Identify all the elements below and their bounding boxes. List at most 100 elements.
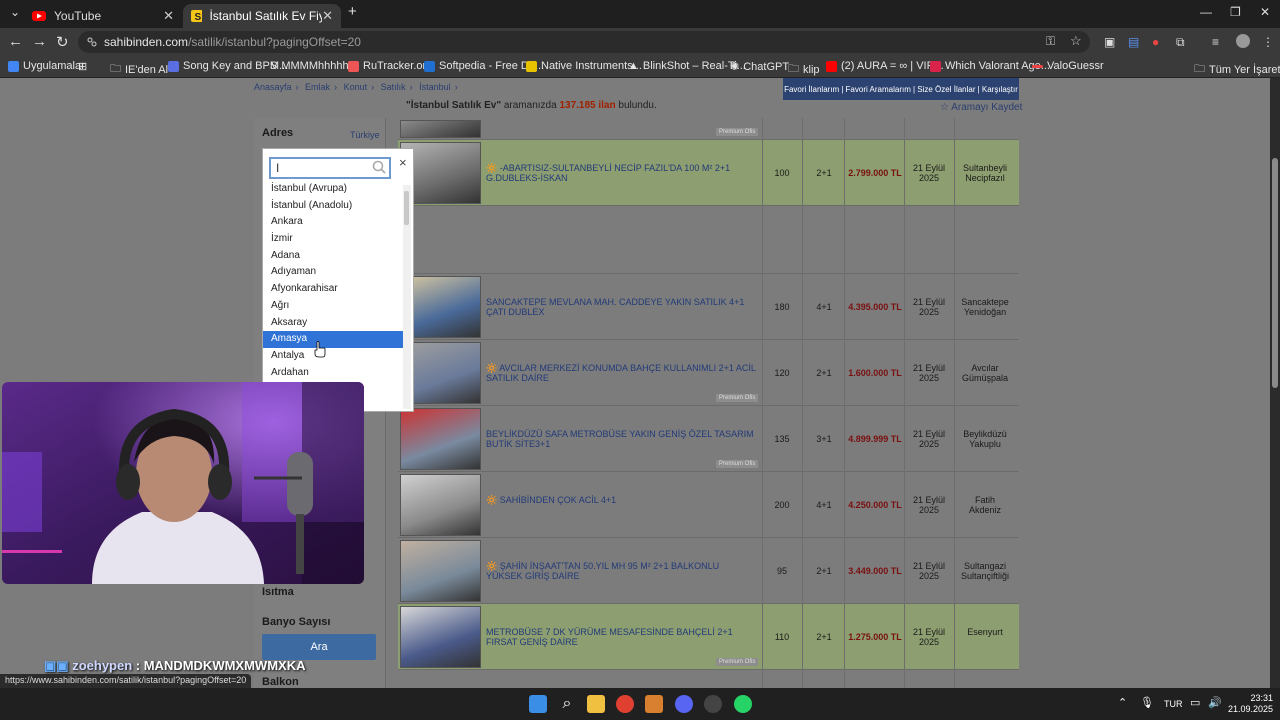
save-search-button[interactable]: ☆ Aramayı Kaydet — [940, 102, 1022, 113]
city-option[interactable]: Amasya — [263, 331, 403, 348]
banyo-filter[interactable]: Banyo Sayısı — [262, 616, 330, 628]
city-option[interactable]: Antalya — [263, 348, 403, 365]
mic-icon[interactable]: 🎙 — [1140, 696, 1154, 709]
breadcrumb-item[interactable]: Satılık — [381, 82, 406, 92]
translate-icon[interactable]: ▤ — [1128, 35, 1139, 49]
reload-icon[interactable]: ↻ — [56, 33, 69, 51]
clock[interactable]: 23:31 21.09.2025 — [1228, 693, 1273, 715]
listing-row[interactable]: Premium Ofis — [398, 118, 1019, 140]
city-option[interactable]: İstanbul (Avrupa) — [263, 181, 403, 198]
listing-title[interactable]: METROBÜSE 7 DK YÜRÜME MESAFESİNDE BAHÇEL… — [486, 627, 756, 647]
close-window-icon[interactable]: ✕ — [1260, 5, 1270, 19]
page-scrollbar[interactable] — [1270, 78, 1280, 688]
listing-title[interactable]: 🔆 -ABARTISIZ-SULTANBEYLİ NECİP FAZIL'DA … — [486, 163, 756, 183]
balkon-filter[interactable]: Balkon — [262, 676, 299, 688]
city-option[interactable]: İzmir — [263, 231, 403, 248]
breadcrumb-item[interactable]: İstanbul — [419, 82, 451, 92]
listing-row[interactable]: 🔆 AVCILAR MERKEZİ KONUMDA BAHÇE KULLANIM… — [398, 340, 1019, 406]
bookmark-item[interactable]: ✺ ChatGPT — [730, 60, 789, 74]
city-option[interactable]: Adıyaman — [263, 264, 403, 281]
site-info-icon[interactable] — [86, 36, 98, 48]
listing-title[interactable]: BEYLİKDÜZÜ SAFA METROBÜSE YAKIN GENİŞ ÖZ… — [486, 429, 756, 449]
app-icon[interactable] — [704, 695, 722, 713]
breadcrumb-item[interactable]: Anasayfa — [254, 82, 292, 92]
city-option[interactable]: Ağrı — [263, 298, 403, 315]
bookmark-item[interactable]: 🗀 IE'den Al — [110, 60, 168, 79]
all-bookmarks[interactable]: 🗀Tüm Yer İşaretleri — [1194, 60, 1280, 79]
listing-row[interactable]: BEYLİKDÜZÜ SAFA METROBÜSE YAKIN GENİŞ ÖZ… — [398, 406, 1019, 472]
tray-chevron-icon[interactable]: ⌃ — [1118, 696, 1127, 709]
adres-value[interactable]: Türkiye — [350, 130, 380, 140]
minimize-icon[interactable]: — — [1200, 5, 1212, 19]
isitma-filter[interactable]: Isıtma — [262, 586, 294, 598]
listing-title[interactable]: SANCAKTEPE MEVLANA MAH. CADDEYE YAKIN SA… — [486, 297, 756, 317]
search-button[interactable]: Ara — [262, 634, 376, 660]
menu-icon[interactable]: ⋮ — [1262, 35, 1274, 49]
listing-row[interactable]: 🔆 SAHİBİNDEN ÇOK ACİL 4+1 200 4+1 4.250.000… — [398, 472, 1019, 538]
back-icon[interactable]: ← — [8, 33, 23, 50]
breadcrumb-item[interactable]: Emlak — [305, 82, 330, 92]
extension-icon[interactable]: ▣ — [1104, 35, 1115, 49]
listing-row[interactable]: 🔆 -ABARTISIZ-SULTANBEYLİ NECİP FAZIL'DA … — [398, 140, 1019, 206]
bookmark-item[interactable]: Uygulamalar — [8, 60, 85, 72]
bookmark-item[interactable]: Native Instruments... — [526, 60, 642, 72]
close-tab-icon[interactable]: ✕ — [322, 8, 333, 24]
listing-title[interactable]: 🔆 SAHİBİNDEN ÇOK ACİL 4+1 — [486, 495, 756, 505]
close-tab-icon[interactable]: ✕ — [163, 8, 174, 24]
bookmark-star-icon[interactable]: ☆ — [1070, 33, 1082, 49]
network-icon[interactable]: ▭ — [1190, 696, 1200, 709]
listing-photo[interactable] — [400, 120, 481, 138]
city-option[interactable]: Ankara — [263, 214, 403, 231]
key-icon[interactable]: ⚿ — [1046, 34, 1055, 49]
listing-title[interactable]: 🔆 ŞAHİN İNŞAAT'TAN 50.YIL MH 95 M² 2+1 B… — [486, 561, 756, 581]
maximize-icon[interactable]: ❐ — [1230, 5, 1241, 19]
listing-row[interactable]: SANCAKTEPE MEVLANA MAH. CADDEYE YAKIN SA… — [398, 274, 1019, 340]
puzzle-icon[interactable]: ⧉ — [1176, 35, 1185, 50]
city-option[interactable]: Adana — [263, 248, 403, 265]
city-option[interactable]: Ardahan — [263, 365, 403, 382]
bookmark-item[interactable]: (2) AURA = ∞ | VIR... — [826, 60, 944, 72]
language-indicator[interactable]: TUR — [1164, 699, 1183, 709]
listing-photo[interactable] — [400, 474, 481, 536]
bookmark-item[interactable]: S MMMMhhhhh — [270, 60, 349, 72]
tab-search-icon[interactable]: ⌄ — [10, 5, 20, 19]
tab-sahibinden[interactable]: S İstanbul Satılık Ev Fiyatları sahi ✕ — [183, 4, 341, 28]
size-ozel-link[interactable]: Size Özel İlanlar — [917, 85, 975, 94]
city-list-scrollbar[interactable] — [403, 185, 411, 409]
listing-photo[interactable] — [400, 540, 481, 602]
chrome-icon[interactable] — [616, 695, 634, 713]
bookmark-item[interactable]: 🗀 klip — [788, 60, 820, 79]
listing-photo[interactable] — [400, 606, 481, 668]
forward-icon[interactable]: → — [32, 33, 47, 50]
file-explorer-icon[interactable] — [587, 695, 605, 713]
listing-title[interactable]: 🔆 AVCILAR MERKEZİ KONUMDA BAHÇE KULLANIM… — [486, 363, 756, 383]
taskbar-search-icon[interactable]: ⌕ — [558, 695, 576, 713]
bookmark-item[interactable]: ⊞ — [78, 60, 87, 73]
media-icon[interactable]: ≡ — [1212, 35, 1219, 49]
windows-start-icon[interactable] — [529, 695, 547, 713]
url-input[interactable]: sahibinden.com/satilik/istanbul?pagingOf… — [78, 31, 1090, 53]
favori-aramalarim-link[interactable]: Favori Aramalarım — [846, 85, 911, 94]
bookmark-item[interactable]: ValoGuessr — [1032, 60, 1104, 72]
tab-youtube[interactable]: YouTube ✕ — [24, 4, 182, 28]
avatar[interactable] — [1236, 34, 1250, 48]
city-option[interactable]: Afyonkarahisar — [263, 281, 403, 298]
city-option[interactable]: Aksaray — [263, 315, 403, 332]
listing-row[interactable]: METROBÜSE 7 DK YÜRÜME MESAFESİNDE BAHÇEL… — [398, 604, 1019, 670]
city-search-input[interactable]: I — [269, 157, 391, 179]
listing-photo[interactable] — [400, 408, 481, 470]
new-tab-button[interactable]: + — [348, 3, 357, 20]
favori-ilanlarim-link[interactable]: Favori İlanlarım — [784, 85, 839, 94]
listing-row[interactable]: 🔆 ŞAHİN İNŞAAT'TAN 50.YIL MH 95 M² 2+1 B… — [398, 538, 1019, 604]
city-option[interactable]: İstanbul (Anadolu) — [263, 198, 403, 215]
app-icon[interactable] — [645, 695, 663, 713]
close-icon[interactable]: × — [399, 155, 407, 170]
breadcrumb-item[interactable]: Konut — [344, 82, 368, 92]
discord-icon[interactable] — [675, 695, 693, 713]
karsilastir-link[interactable]: Karşılaştır — [982, 85, 1018, 94]
volume-icon[interactable]: 🔊 — [1208, 696, 1222, 709]
whatsapp-icon[interactable] — [734, 695, 752, 713]
bookmark-item[interactable]: RuTracker.org — [348, 60, 432, 72]
bookmark-item[interactable]: ▲ BlinkShot – Real-Ti... — [628, 60, 746, 72]
adblock-icon[interactable]: ● — [1152, 35, 1159, 49]
